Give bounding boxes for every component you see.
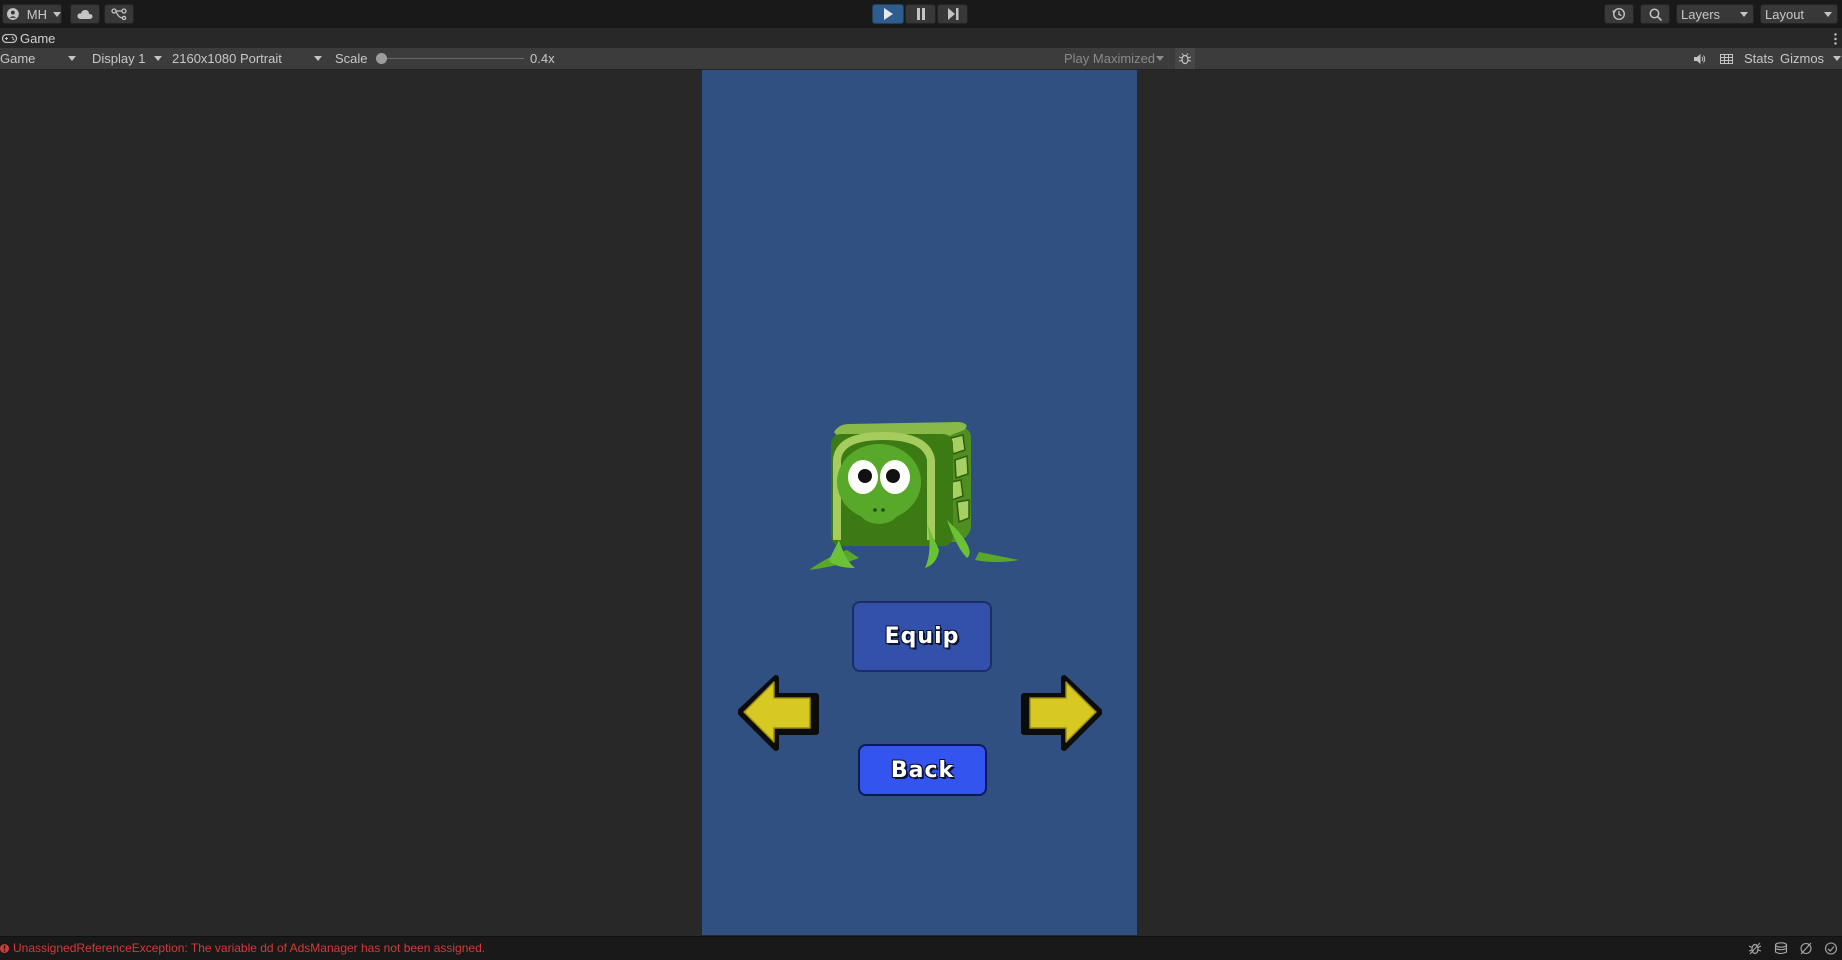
layout-dropdown[interactable]: Layout <box>1760 4 1838 24</box>
view-mode-label: Game <box>0 51 36 66</box>
scale-label: Scale <box>335 51 368 66</box>
character-preview <box>809 422 1019 570</box>
step-icon <box>947 8 958 20</box>
search-button[interactable] <box>1640 4 1670 24</box>
chevron-down-icon <box>1740 12 1748 17</box>
pause-button[interactable] <box>905 4 936 24</box>
stats-button[interactable]: Stats <box>1744 51 1774 66</box>
back-button[interactable]: Back <box>858 744 987 796</box>
debug-toggle[interactable] <box>1175 48 1195 69</box>
history-icon <box>1612 7 1626 21</box>
branch-icon <box>111 8 127 20</box>
scale-slider-handle[interactable] <box>376 53 387 64</box>
undo-history-button[interactable] <box>1604 4 1634 24</box>
account-icon <box>7 8 19 20</box>
grid-toggle[interactable] <box>1716 48 1736 69</box>
gizmos-dropdown[interactable]: Gizmos <box>1780 48 1842 69</box>
cloud-icon <box>77 9 93 19</box>
equip-button-label: Equip <box>884 624 960 649</box>
play-mode-dropdown[interactable]: Play Maximized <box>1064 48 1170 69</box>
gizmos-label: Gizmos <box>1780 51 1825 66</box>
layout-label: Layout <box>1765 6 1805 22</box>
check-status-icon[interactable] <box>1824 942 1838 955</box>
scale-slider[interactable] <box>376 53 524 64</box>
pause-icon <box>916 8 925 20</box>
chevron-down-icon <box>154 56 162 61</box>
play-button[interactable] <box>872 4 904 24</box>
next-arrow-button[interactable] <box>1020 674 1102 754</box>
cloud-button[interactable] <box>70 4 100 24</box>
error-text: UnassignedReferenceException: The variab… <box>13 941 486 955</box>
speaker-icon <box>1694 53 1706 64</box>
cache-server-icon[interactable] <box>1774 942 1788 955</box>
previous-arrow-button[interactable] <box>738 674 820 754</box>
scale-value: 0.4x <box>530 51 555 66</box>
back-button-label: Back <box>890 757 955 783</box>
view-mode-dropdown[interactable]: Game <box>0 48 82 69</box>
chevron-down-icon <box>53 11 61 17</box>
more-options-icon[interactable] <box>1834 32 1837 45</box>
tab-game-label: Game <box>20 30 56 46</box>
error-message[interactable]: UnassignedReferenceException: The variab… <box>0 937 485 959</box>
error-icon <box>0 943 9 953</box>
chevron-down-icon <box>68 56 76 61</box>
layers-label: Layers <box>1681 6 1721 22</box>
account-dropdown[interactable]: MH <box>2 4 62 24</box>
game-screen[interactable]: Equip Back <box>702 70 1137 935</box>
chevron-down-icon <box>1833 56 1841 61</box>
layers-dropdown[interactable]: Layers <box>1676 4 1754 24</box>
bug-icon <box>1179 52 1191 64</box>
gamepad-icon <box>2 33 17 43</box>
game-tab-bar: Game <box>0 28 1842 49</box>
network-status-icon[interactable] <box>1799 942 1813 955</box>
chevron-down-icon <box>1156 56 1164 61</box>
account-label: MH <box>26 6 47 22</box>
display-label: Display 1 <box>92 51 146 66</box>
debug-status-icon[interactable] <box>1748 942 1762 955</box>
tab-game[interactable]: Game <box>0 28 55 48</box>
version-control-button[interactable] <box>104 4 134 24</box>
resolution-dropdown[interactable]: 2160x1080 Portrait <box>172 48 328 69</box>
grid-icon <box>1719 53 1733 64</box>
chevron-down-icon <box>1824 12 1832 17</box>
play-icon <box>884 8 893 20</box>
equip-button[interactable]: Equip <box>852 601 992 672</box>
search-icon <box>1649 8 1662 21</box>
mute-audio-toggle[interactable] <box>1690 48 1710 69</box>
display-dropdown[interactable]: Display 1 <box>92 48 168 69</box>
chevron-down-icon <box>314 56 322 61</box>
step-button[interactable] <box>937 4 968 24</box>
game-view-control-bar: Game Display 1 2160x1080 Portrait Scale … <box>0 48 1842 70</box>
status-bar: UnassignedReferenceException: The variab… <box>0 936 1842 960</box>
play-mode-label: Play Maximized <box>1064 51 1156 66</box>
main-toolbar: MH Layers Layout <box>0 0 1842 28</box>
resolution-label: 2160x1080 Portrait <box>172 51 282 66</box>
